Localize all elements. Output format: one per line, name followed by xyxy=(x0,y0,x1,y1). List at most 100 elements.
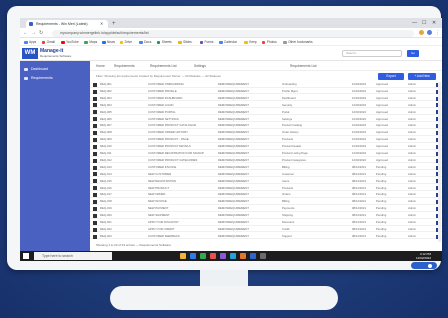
windows-start-icon[interactable] xyxy=(23,253,29,259)
table-row[interactable]: REQ-001 CUSTOMER ONBOARDING DEMOSREQUIREME… xyxy=(90,82,442,88)
taskbar-app-icon[interactable] xyxy=(260,253,266,259)
row-checkbox[interactable] xyxy=(93,131,97,136)
app-logo[interactable]: WM Manage-it Requirements Software xyxy=(22,47,82,60)
minimize-icon[interactable]: — xyxy=(412,20,417,27)
table-row[interactable]: REQ-013 CUSTOMER INVOICE DEMOSREQUIREMENT B… xyxy=(90,165,442,171)
row-checkbox[interactable] xyxy=(93,179,97,184)
table-row[interactable]: REQ-022 APPLY FOR CREDIT DEMOSREQUIREMENT C… xyxy=(90,227,442,233)
row-checkbox[interactable] xyxy=(93,110,97,115)
row-checkbox[interactable] xyxy=(93,137,97,142)
row-checkbox[interactable] xyxy=(93,234,97,239)
bookmark-item[interactable]: Sheets xyxy=(156,39,172,45)
table-row[interactable]: REQ-009 CUSTOMER PRODUCT - PAGE DEMOSREQUI… xyxy=(90,137,442,143)
table-row[interactable]: REQ-005 CUSTOMER PORTAL DEMOSREQUIREMENT Po… xyxy=(90,110,442,116)
taskbar-app-icon[interactable] xyxy=(220,253,226,259)
header-search-button[interactable]: Go xyxy=(407,50,419,57)
export-button[interactable]: Export xyxy=(378,73,404,80)
table-row[interactable]: REQ-017 NEW ORDER DEMOSREQUIREMENT Orders 08… xyxy=(90,192,442,198)
bookmark-item[interactable]: Drive xyxy=(119,39,132,45)
new-tab-icon[interactable]: + xyxy=(112,20,116,28)
bookmark-item[interactable]: Other bookmarks xyxy=(283,39,313,45)
browser-menu-icon[interactable]: ⋮ xyxy=(435,29,440,37)
row-checkbox[interactable] xyxy=(93,151,97,156)
taskbar-app-icon[interactable] xyxy=(190,253,196,259)
subnav-item-settings[interactable]: Settings xyxy=(194,63,206,69)
subnav-item-home[interactable]: Home xyxy=(96,63,105,69)
table-row[interactable]: REQ-023 CUSTOMER FEEDBACK DEMOSREQUIREMENT… xyxy=(90,234,442,240)
table-row[interactable]: REQ-011 CUSTOMER REGISTRATION FOR SIGNUP D… xyxy=(90,151,442,157)
reload-icon[interactable]: ↻ xyxy=(39,29,43,37)
bookmark-item[interactable]: News xyxy=(102,39,115,45)
taskbar-app-icon[interactable] xyxy=(180,253,186,259)
bookmark-item[interactable]: Maps xyxy=(84,39,97,45)
filter-summary[interactable]: Filter: Showing all requirements created… xyxy=(96,73,326,79)
table-scrollbar[interactable] xyxy=(438,82,441,242)
row-checkbox[interactable] xyxy=(93,220,97,225)
maximize-icon[interactable]: ☐ xyxy=(422,20,426,27)
taskbar-app-icon[interactable] xyxy=(250,253,256,259)
table-row[interactable]: REQ-020 NEW SHIPMENT DEMOSREQUIREMENT Shipp… xyxy=(90,213,442,219)
table-row[interactable]: REQ-021 APPLY FOR DISCOUNT DEMOSREQUIREMEN… xyxy=(90,220,442,226)
cell-date: 08/12/2021 xyxy=(352,199,366,204)
bookmark-item[interactable]: Gmail xyxy=(41,39,55,45)
bookmark-item[interactable]: Apps xyxy=(24,39,36,45)
taskbar-app-icon[interactable] xyxy=(210,253,216,259)
table-row[interactable]: REQ-004 CUSTOMER LOGIN DEMOSREQUIREMENT Sec… xyxy=(90,103,442,109)
table-row[interactable]: REQ-006 CUSTOMER SETTINGS DEMOSREQUIREMENT… xyxy=(90,117,442,123)
add-new-button[interactable]: + Add New xyxy=(408,73,436,80)
row-checkbox[interactable] xyxy=(93,172,97,177)
bookmark-item[interactable]: Slides xyxy=(178,39,192,45)
row-checkbox[interactable] xyxy=(93,82,97,87)
row-checkbox[interactable] xyxy=(93,227,97,232)
taskbar-app-icon[interactable] xyxy=(200,253,206,259)
profile-icon[interactable] xyxy=(427,30,432,35)
row-checkbox[interactable] xyxy=(93,186,97,191)
bookmark-item[interactable]: Forms xyxy=(199,39,214,45)
table-row[interactable]: REQ-015 NEW REGISTRATION DEMOSREQUIREMENT U… xyxy=(90,179,442,185)
url-field[interactable]: mycompany.winmergelink.in/app/default/re… xyxy=(52,29,414,37)
bookmark-item[interactable]: Photos xyxy=(261,39,277,45)
cell-status: Pending xyxy=(376,192,387,197)
bookmark-item[interactable]: Docs xyxy=(139,39,151,45)
subnav-item-requirements-list[interactable]: Requirements List xyxy=(150,63,177,69)
taskbar-app-icon[interactable] xyxy=(230,253,236,259)
header-search-input[interactable]: Search... xyxy=(342,50,402,57)
row-checkbox[interactable] xyxy=(93,213,97,218)
row-checkbox[interactable] xyxy=(93,96,97,101)
sidebar-item-dashboard[interactable]: Dashboard xyxy=(24,66,48,73)
sidebar-item-requirements[interactable]: Requirements xyxy=(24,75,53,82)
row-checkbox[interactable] xyxy=(93,144,97,149)
table-row[interactable]: REQ-016 NEW PRODUCT DEMOSREQUIREMENT Produc… xyxy=(90,186,442,192)
table-row[interactable]: REQ-007 CUSTOMER PRODUCT CATALOGUE DEMOSRE… xyxy=(90,123,442,129)
table-row[interactable]: REQ-008 CUSTOMER ORDER HISTORY DEMOSREQUIR… xyxy=(90,130,442,136)
table-row[interactable]: REQ-002 CUSTOMER PROFILE DEMOSREQUIREMENT P… xyxy=(90,89,442,95)
table-row[interactable]: REQ-012 CUSTOMER PRODUCT CATEGORIES DEMOSR… xyxy=(90,158,442,164)
table-row[interactable]: REQ-010 CUSTOMER PRODUCT DETAILS DEMOSREQU… xyxy=(90,144,442,150)
bookmark-item[interactable]: YouTube xyxy=(61,39,79,45)
forward-icon[interactable]: → xyxy=(31,29,36,37)
row-checkbox[interactable] xyxy=(93,193,97,198)
tab-close-icon[interactable]: ✕ xyxy=(100,20,103,28)
browser-tab[interactable]: Requirements - Win Merl (Latest) xyxy=(26,20,108,28)
row-checkbox[interactable] xyxy=(93,124,97,129)
back-icon[interactable]: ← xyxy=(23,29,28,37)
extension-icon[interactable] xyxy=(419,30,424,35)
row-checkbox[interactable] xyxy=(93,89,97,94)
table-row[interactable]: REQ-019 NEW PAYMENT DEMOSREQUIREMENT Paymen… xyxy=(90,206,442,212)
table-row[interactable]: REQ-014 NEW CUSTOMER DEMOSREQUIREMENT Custo… xyxy=(90,172,442,178)
row-checkbox[interactable] xyxy=(93,103,97,108)
row-checkbox[interactable] xyxy=(93,158,97,163)
cell-name: NEW REGISTRATION xyxy=(148,178,177,183)
taskbar-search-input[interactable]: Type here to search xyxy=(34,252,112,260)
row-checkbox[interactable] xyxy=(93,200,97,205)
row-checkbox[interactable] xyxy=(93,165,97,170)
row-checkbox[interactable] xyxy=(93,206,97,211)
table-row[interactable]: REQ-003 CUSTOMER DASHBOARD DEMOSREQUIREMEN… xyxy=(90,96,442,102)
bookmark-item[interactable]: Keep xyxy=(244,39,257,45)
bookmark-item[interactable]: Calendar xyxy=(219,39,237,45)
subnav-item-requirements[interactable]: Requirements xyxy=(114,63,135,69)
table-row[interactable]: REQ-018 NEW INVOICE DEMOSREQUIREMENT Billin… xyxy=(90,199,442,205)
row-checkbox[interactable] xyxy=(93,117,97,122)
close-window-icon[interactable]: ✕ xyxy=(432,20,436,27)
taskbar-app-icon[interactable] xyxy=(240,253,246,259)
